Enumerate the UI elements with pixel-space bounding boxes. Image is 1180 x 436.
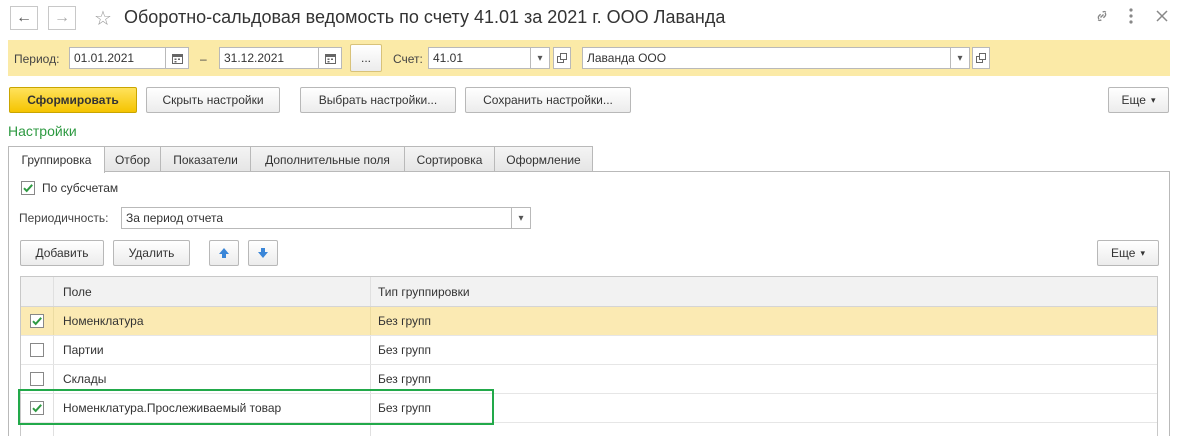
kebab-menu-icon[interactable] <box>1128 7 1134 28</box>
date-to-field[interactable]: 31.12.2021 <box>219 47 319 69</box>
move-up-button[interactable] <box>209 240 239 266</box>
check-icon <box>23 184 33 193</box>
periodicity-field[interactable]: За период отчета <box>121 207 512 229</box>
save-settings-label: Сохранить настройки... <box>483 93 613 107</box>
choose-settings-label: Выбрать настройки... <box>318 93 438 107</box>
arrow-down-icon <box>258 248 268 258</box>
tab-label: Группировка <box>21 153 92 167</box>
date-to-calendar-button[interactable] <box>318 47 342 69</box>
table-row[interactable]: Номенклатура Без групп <box>21 307 1157 336</box>
settings-title: Настройки <box>8 123 77 139</box>
tab-label: Сортировка <box>416 152 483 167</box>
ellipsis-label: ... <box>360 51 371 65</box>
tab-label: Отбор <box>114 152 151 167</box>
check-icon <box>32 317 42 326</box>
periodicity-value: За период отчета <box>126 211 224 225</box>
organization-dropdown-button[interactable]: ▾ <box>950 47 970 69</box>
tab-additional-fields[interactable]: Дополнительные поля <box>250 146 405 172</box>
table-row[interactable]: Партии Без групп <box>21 336 1157 365</box>
forward-button[interactable]: → <box>48 6 76 30</box>
tab-sorting[interactable]: Сортировка <box>404 146 495 172</box>
hide-settings-label: Скрыть настройки <box>162 93 264 107</box>
tab-grouping[interactable]: Группировка <box>8 146 105 173</box>
organization-value: Лаванда ООО <box>587 51 667 65</box>
back-arrow-icon: ← <box>16 9 32 26</box>
add-button[interactable]: Добавить <box>20 240 104 266</box>
calendar-icon <box>171 53 183 64</box>
period-dash: – <box>200 52 207 66</box>
dropdown-arrow-icon: ▾ <box>1140 247 1145 258</box>
column-header-type: Тип группировки <box>378 284 470 299</box>
more-label: Еще <box>1121 93 1146 107</box>
date-from-calendar-button[interactable] <box>165 47 189 69</box>
row-type: Без групп <box>378 343 432 357</box>
star-icon[interactable]: ☆ <box>94 6 112 31</box>
grouping-more-button[interactable]: Еще ▾ <box>1097 240 1159 266</box>
generate-button[interactable]: Сформировать <box>9 87 137 113</box>
account-value: 41.01 <box>433 51 464 65</box>
periodicity-dropdown-button[interactable]: ▾ <box>511 207 531 229</box>
add-label: Добавить <box>35 246 89 260</box>
account-field[interactable]: 41.01 <box>428 47 531 69</box>
choose-settings-button[interactable]: Выбрать настройки... <box>300 87 456 113</box>
period-label: Период: <box>14 52 60 66</box>
link-icon[interactable] <box>1094 8 1110 27</box>
move-down-button[interactable] <box>248 240 278 266</box>
dropdown-arrow-icon: ▾ <box>1150 94 1156 105</box>
back-button[interactable]: ← <box>10 6 38 30</box>
row-type: Без групп <box>378 314 432 328</box>
column-header-field: Поле <box>63 284 92 299</box>
by-subaccounts-checkbox[interactable] <box>21 181 35 195</box>
highlight-frame <box>18 389 494 425</box>
calendar-icon <box>324 53 336 64</box>
tab-label: Оформление <box>506 152 581 167</box>
row-checkbox[interactable] <box>30 314 44 328</box>
date-to-value: 31.12.2021 <box>224 51 285 65</box>
tab-indicators[interactable]: Показатели <box>160 146 251 172</box>
tab-label: Показатели <box>173 152 238 167</box>
forward-arrow-icon: → <box>54 9 70 26</box>
generate-label: Сформировать <box>27 93 119 107</box>
close-icon[interactable] <box>1156 10 1168 25</box>
organization-open-button[interactable] <box>972 47 990 69</box>
by-subaccounts-label: По субсчетам <box>42 181 119 195</box>
arrow-up-icon <box>219 248 229 258</box>
account-dropdown-button[interactable]: ▾ <box>530 47 550 69</box>
open-icon <box>557 53 567 63</box>
table-header: Поле Тип группировки <box>21 277 1157 307</box>
period-select-button[interactable]: ... <box>350 44 382 72</box>
dropdown-arrow-icon: ▾ <box>957 52 963 64</box>
tab-label: Дополнительные поля <box>265 152 390 167</box>
hide-settings-button[interactable]: Скрыть настройки <box>146 87 280 113</box>
row-field: Партии <box>63 343 104 357</box>
account-label: Счет: <box>393 52 423 66</box>
tab-formatting[interactable]: Оформление <box>494 146 593 172</box>
window-title: Оборотно-сальдовая ведомость по счету 41… <box>124 7 726 27</box>
more-button[interactable]: Еще ▾ <box>1108 87 1169 113</box>
row-checkbox[interactable] <box>30 343 44 357</box>
organization-field[interactable]: Лаванда ООО <box>582 47 951 69</box>
periodicity-label: Периодичность: <box>19 211 109 225</box>
account-open-button[interactable] <box>553 47 571 69</box>
grouping-more-label: Еще <box>1111 246 1136 260</box>
delete-label: Удалить <box>128 246 175 260</box>
delete-button[interactable]: Удалить <box>113 240 190 266</box>
save-settings-button[interactable]: Сохранить настройки... <box>465 87 631 113</box>
dropdown-arrow-icon: ▾ <box>537 52 543 64</box>
dropdown-arrow-icon: ▾ <box>518 212 524 224</box>
date-from-field[interactable]: 01.01.2021 <box>69 47 166 69</box>
tab-filter[interactable]: Отбор <box>104 146 161 172</box>
open-icon <box>976 53 986 63</box>
row-field: Номенклатура <box>63 314 144 328</box>
date-from-value: 01.01.2021 <box>74 51 135 65</box>
row-checkbox[interactable] <box>30 372 44 386</box>
